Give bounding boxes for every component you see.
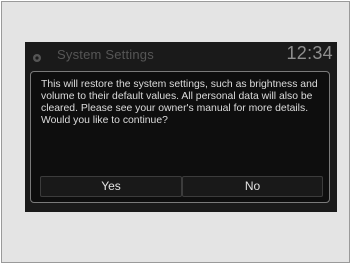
status-bar: System Settings 12:34 <box>25 42 337 68</box>
clock: 12:34 <box>286 43 333 63</box>
display-screen: System Settings 12:34 This will restore … <box>25 42 337 212</box>
settings-icon <box>32 50 42 62</box>
page-frame: System Settings 12:34 This will restore … <box>1 1 350 263</box>
confirm-dialog: This will restore the system settings, s… <box>30 71 330 203</box>
dialog-message: This will restore the system settings, s… <box>41 79 318 127</box>
screen-title: System Settings <box>57 47 154 62</box>
yes-button[interactable]: Yes <box>40 176 182 197</box>
no-button[interactable]: No <box>182 176 323 197</box>
